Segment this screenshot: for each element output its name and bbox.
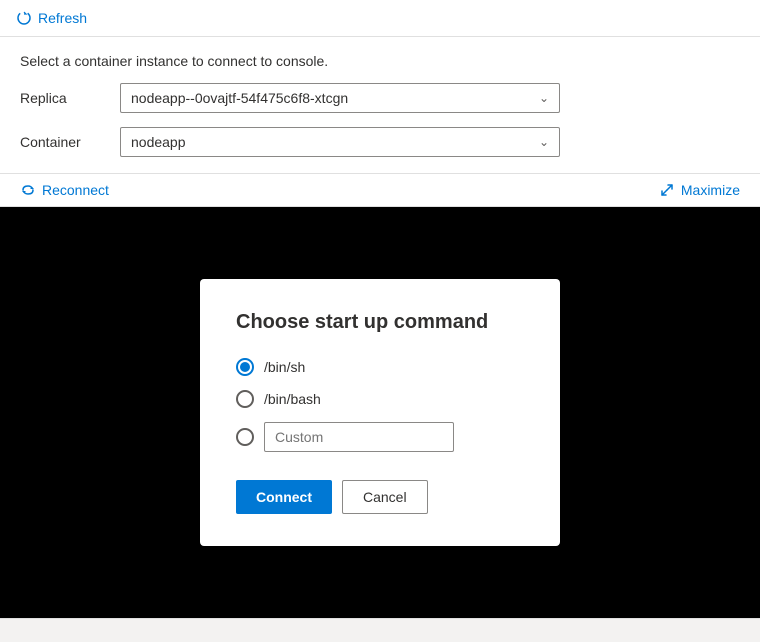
refresh-button[interactable]: Refresh: [16, 10, 87, 26]
terminal-area: Choose start up command /bin/sh /bin/bas…: [0, 207, 760, 618]
option-bin-sh[interactable]: /bin/sh: [236, 358, 524, 376]
action-bar: Reconnect Maximize: [0, 173, 760, 207]
reconnect-icon: [20, 182, 36, 198]
option-bin-bash[interactable]: /bin/bash: [236, 390, 524, 408]
replica-field-row: Replica nodeapp--0ovajtf-54f475c6f8-xtcg…: [20, 83, 740, 113]
option-custom: [236, 422, 524, 452]
custom-command-input[interactable]: [264, 422, 454, 452]
reconnect-label: Reconnect: [42, 182, 109, 198]
maximize-button[interactable]: Maximize: [659, 182, 740, 198]
radio-bin-sh[interactable]: [236, 358, 254, 376]
content-area: Select a container instance to connect t…: [0, 37, 760, 173]
replica-label: Replica: [20, 90, 100, 106]
dialog-buttons: Connect Cancel: [236, 480, 524, 514]
bottom-bar: [0, 618, 760, 642]
container-field-row: Container nodeapp ⌄: [20, 127, 740, 157]
chevron-down-icon: ⌄: [539, 135, 549, 149]
container-select[interactable]: nodeapp ⌄: [120, 127, 560, 157]
dialog-title: Choose start up command: [236, 311, 524, 334]
reconnect-button[interactable]: Reconnect: [20, 182, 109, 198]
refresh-icon: [16, 10, 32, 26]
startup-command-dialog: Choose start up command /bin/sh /bin/bas…: [200, 279, 560, 546]
page-container: Refresh Select a container instance to c…: [0, 0, 760, 642]
radio-bin-bash[interactable]: [236, 390, 254, 408]
maximize-label: Maximize: [681, 182, 740, 198]
cancel-button[interactable]: Cancel: [342, 480, 428, 514]
label-bin-sh: /bin/sh: [264, 359, 305, 375]
container-label: Container: [20, 134, 100, 150]
description-text: Select a container instance to connect t…: [20, 53, 740, 69]
refresh-label: Refresh: [38, 10, 87, 26]
container-value: nodeapp: [131, 134, 186, 150]
replica-value: nodeapp--0ovajtf-54f475c6f8-xtcgn: [131, 90, 348, 106]
maximize-icon: [659, 182, 675, 198]
radio-custom[interactable]: [236, 428, 254, 446]
chevron-down-icon: ⌄: [539, 91, 549, 105]
radio-group: /bin/sh /bin/bash: [236, 358, 524, 452]
connect-button[interactable]: Connect: [236, 480, 332, 514]
label-bin-bash: /bin/bash: [264, 391, 321, 407]
replica-select[interactable]: nodeapp--0ovajtf-54f475c6f8-xtcgn ⌄: [120, 83, 560, 113]
toolbar: Refresh: [0, 0, 760, 37]
